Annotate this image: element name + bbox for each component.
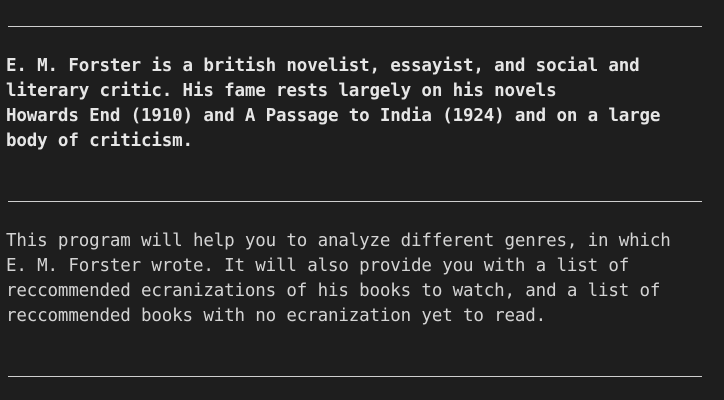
separator-line xyxy=(8,376,702,377)
bio-line: body of criticism. xyxy=(6,131,193,151)
bio-line: literary critic. His fame rests largely … xyxy=(6,81,557,101)
terminal-window: E. M. Forster is a british novelist, ess… xyxy=(0,0,724,400)
bio-line: Howards End (1910) and A Passage to Indi… xyxy=(6,106,661,126)
intro-line: reccommended books with no ecranization … xyxy=(6,306,547,326)
intro-line: This program will help you to analyze di… xyxy=(6,231,671,251)
intro-line: reccommended ecranizations of his books … xyxy=(6,281,661,301)
intro-line: E. M. Forster wrote. It will also provid… xyxy=(6,256,630,276)
intro-paragraph: This program will help you to analyze di… xyxy=(6,229,724,329)
bio-line: E. M. Forster is a british novelist, ess… xyxy=(6,56,640,76)
separator-line xyxy=(8,201,702,202)
bio-paragraph: E. M. Forster is a british novelist, ess… xyxy=(6,54,724,154)
separator-line xyxy=(8,26,702,27)
